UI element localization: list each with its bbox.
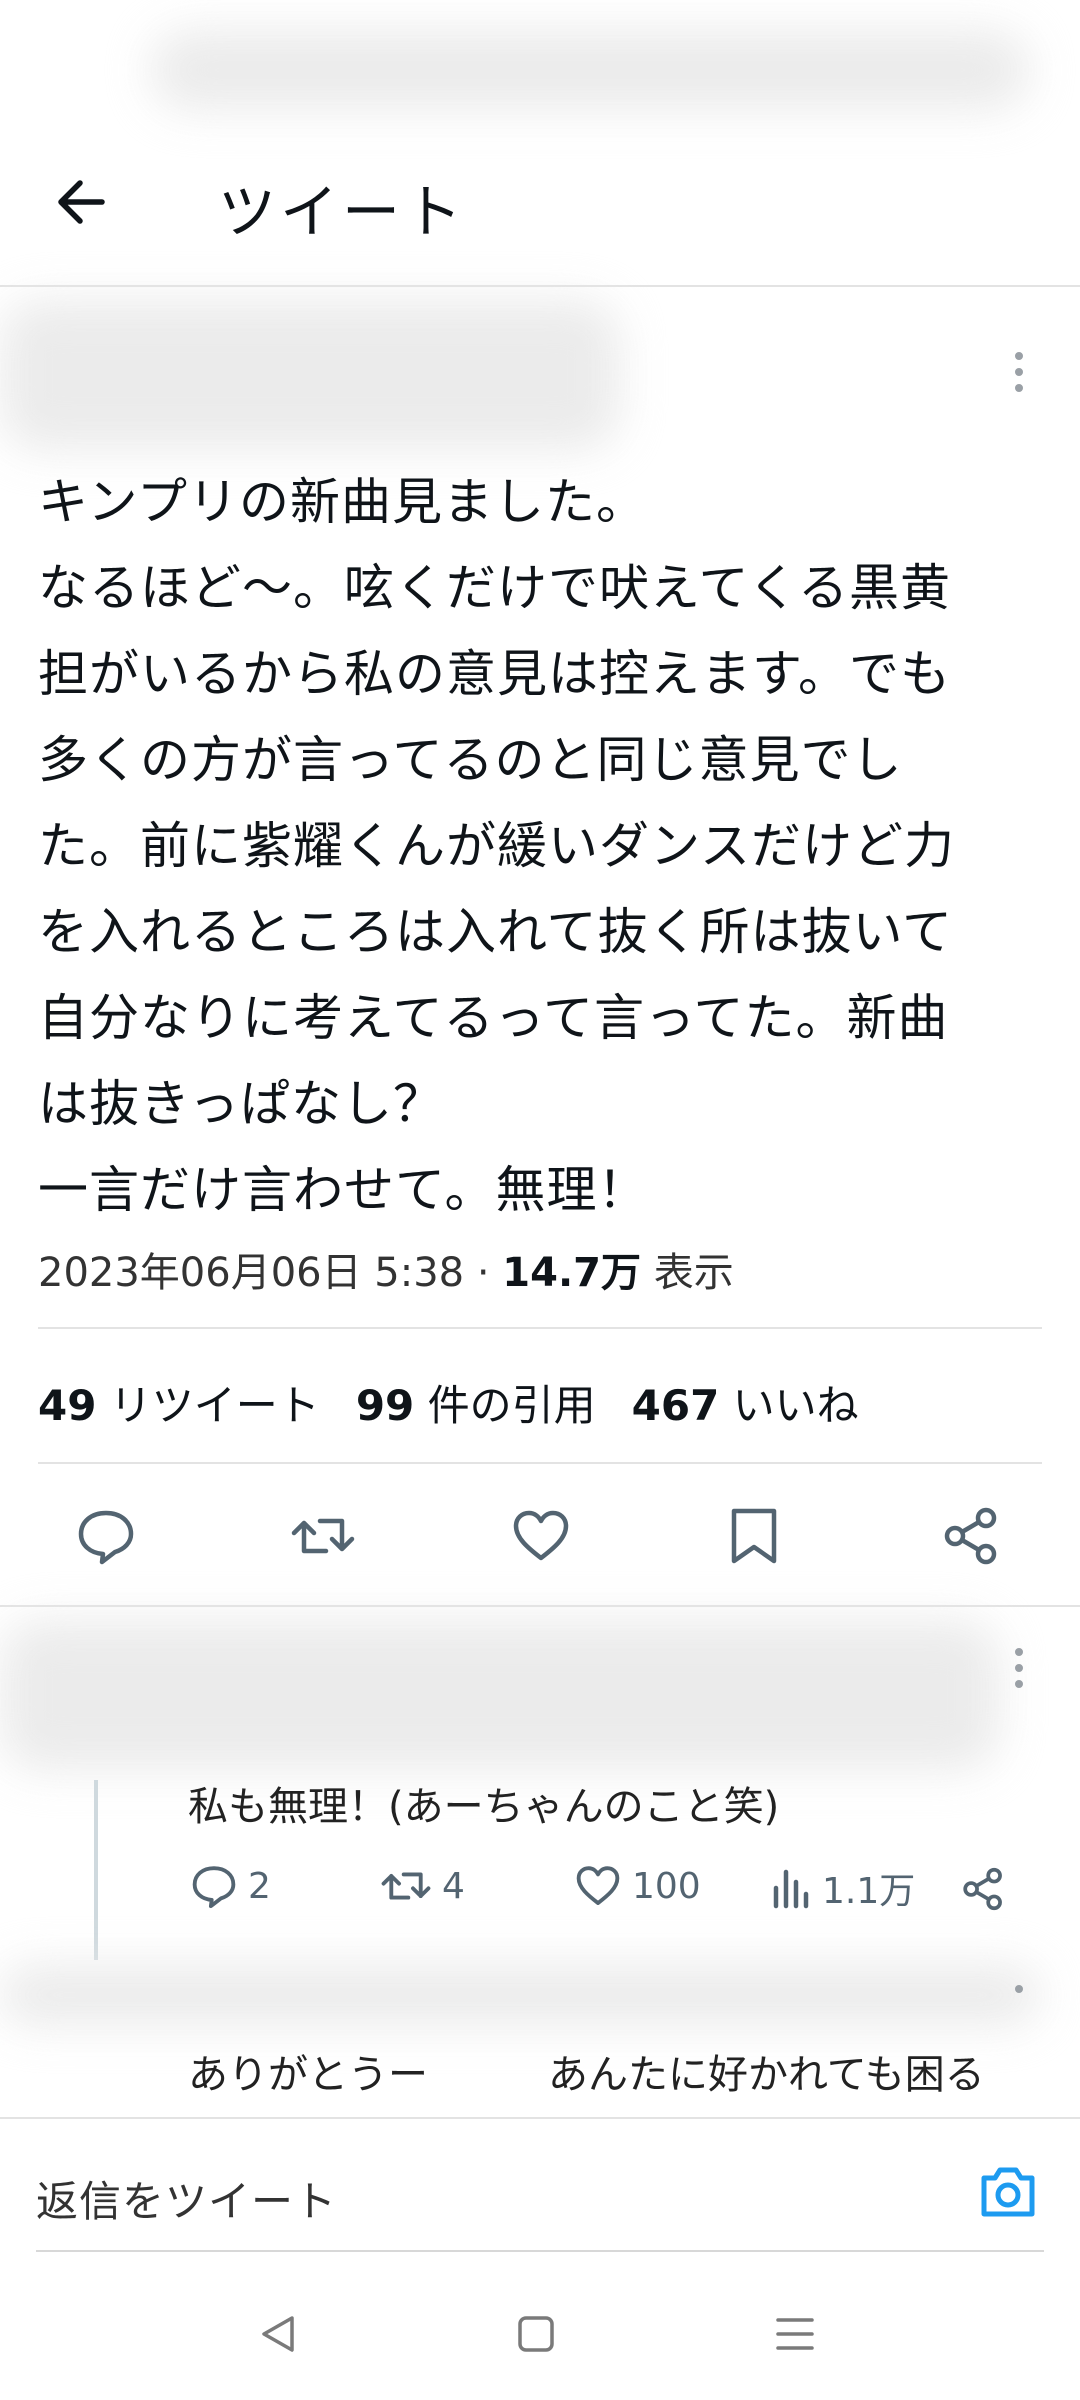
reply2-more-options-icon[interactable] [1015, 1985, 1025, 2001]
camera-button[interactable] [976, 2160, 1040, 2224]
quotes-label: 件の引用 [414, 1381, 596, 1430]
reply-reply-count: 2 [248, 1865, 271, 1907]
engagement-stats: 49 リツイート 99 件の引用 467 いいね [38, 1372, 859, 1433]
meta-divider [38, 1327, 1042, 1329]
speech-bubble-icon [78, 1510, 134, 1565]
reply-text: 私も無理！(あーちゃんのこと笑) [188, 1784, 780, 1830]
heart-icon [576, 1866, 620, 1905]
header-divider [0, 285, 1080, 287]
nav-menu-button[interactable] [774, 2314, 816, 2354]
more-options-icon[interactable] [1015, 352, 1025, 400]
retweet-button[interactable] [290, 1505, 356, 1567]
reply-more-options-icon[interactable] [1015, 1648, 1025, 1696]
reply-author-obscured [0, 1620, 1000, 1770]
square-home-icon [518, 2316, 554, 2352]
page-title: ツイート [218, 178, 467, 246]
likes-label: いいね [719, 1381, 859, 1430]
share-icon [963, 1867, 1002, 1911]
reply-input[interactable]: 返信をツイート [36, 2168, 337, 2229]
reply-button[interactable] [75, 1505, 137, 1567]
views-count: 14.7万 [502, 1250, 641, 1296]
heart-icon [513, 1510, 569, 1561]
retweets-stat[interactable]: 49 リツイート [38, 1381, 320, 1430]
bar-chart-icon [773, 1869, 809, 1909]
bookmark-icon [731, 1508, 777, 1564]
quotes-count: 99 [355, 1381, 415, 1430]
share-button[interactable] [940, 1505, 1002, 1567]
menu-lines-icon [776, 2318, 814, 2350]
arrow-left-icon [58, 180, 105, 224]
reply-reply-button[interactable]: 2 [190, 1862, 271, 1910]
actions-divider [0, 1605, 1080, 1607]
reply2-text-continued: あんたに好かれても困る [548, 2052, 985, 2098]
retweets-label: リツイート [96, 1381, 320, 1430]
back-button[interactable] [52, 172, 112, 232]
retweets-count: 49 [38, 1381, 97, 1430]
composer-bottom-divider [36, 2250, 1044, 2252]
nav-home-button[interactable] [516, 2314, 556, 2354]
reply-views-button[interactable]: 1.1万 [772, 1862, 915, 1914]
reply-retweet-count: 4 [442, 1865, 465, 1907]
reply2-text: ありがとうー [188, 2052, 428, 2098]
triangle-back-icon [262, 2316, 294, 2352]
quotes-stat[interactable]: 99 件の引用 [356, 1381, 596, 1430]
thread-line [94, 1780, 98, 1960]
reply-like-count: 100 [632, 1865, 701, 1907]
nav-back-button[interactable] [258, 2312, 298, 2356]
share-icon [944, 1507, 997, 1565]
reply-share-button[interactable] [960, 1866, 1006, 1912]
speech-bubble-icon [192, 1866, 236, 1909]
likes-count: 467 [631, 1381, 720, 1430]
retweet-icon [381, 1872, 431, 1900]
reply-like-button[interactable]: 100 [574, 1862, 701, 1910]
like-button[interactable] [510, 1505, 572, 1567]
retweet-icon [291, 1518, 355, 1554]
stats-divider [38, 1462, 1042, 1464]
tweet-datetime: 2023年06月06日 5:38 · [38, 1250, 503, 1296]
tweet-meta: 2023年06月06日 5:38 · 14.7万 表示 [38, 1240, 734, 1298]
status-bar-obscured [150, 30, 1030, 110]
camera-icon [981, 2167, 1035, 2217]
author-info-obscured [0, 300, 620, 450]
reply-views-count: 1.1万 [822, 1871, 916, 1912]
views-label: 表示 [640, 1250, 734, 1296]
reply-retweet-button[interactable]: 4 [380, 1862, 465, 1910]
tweet-text: キンプリの新曲見ました。 なるほど〜。呟くだけで吠えてくる黒黄 担がいるから私の… [38, 473, 955, 1219]
reply2-author-obscured [0, 1965, 1040, 2025]
bookmark-button[interactable] [726, 1505, 782, 1567]
likes-stat[interactable]: 467 いいね [632, 1381, 859, 1430]
